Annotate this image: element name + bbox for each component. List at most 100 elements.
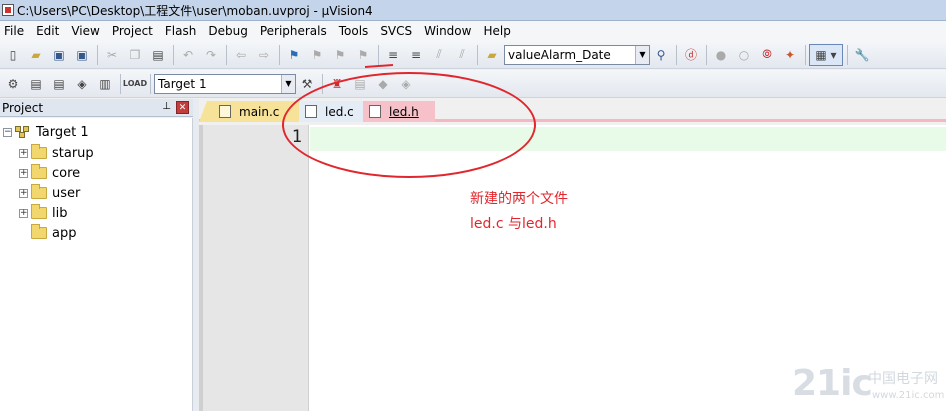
tree-item-user[interactable]: + user [19, 183, 80, 203]
copy-icon[interactable]: ❐ [124, 44, 146, 66]
pin-icon[interactable]: ⊥ [162, 101, 171, 112]
annotation-ellipse [282, 72, 536, 178]
toolbar-separator [477, 44, 478, 65]
next-bookmark-icon[interactable]: ⚑ [329, 44, 351, 66]
find-in-files-icon[interactable]: ▰ [481, 44, 503, 66]
disable-breakpoint-icon[interactable]: ○ [733, 44, 755, 66]
undo-icon[interactable]: ↶ [177, 44, 199, 66]
folder-icon [31, 164, 47, 179]
toolbar-separator [847, 44, 848, 65]
clear-bookmarks-icon[interactable]: ⚑ [352, 44, 374, 66]
find-icon[interactable]: ⚲ [650, 44, 672, 66]
unindent-icon[interactable]: ≡ [405, 44, 427, 66]
file-toolbar: ▯ ▰ ▣ ▣ ✂ ❐ ▤ ↶ ↷ ⇦ ⇨ ⚑ ⚑ ⚑ ⚑ ≡ ≡ ⫽ ⫽ ▰ … [0, 41, 946, 69]
toolbar-separator [150, 73, 151, 94]
stop-build-icon[interactable]: ▥ [94, 73, 116, 95]
file-icon [219, 105, 231, 118]
expand-icon[interactable]: + [19, 188, 28, 198]
rebuild-icon[interactable]: ▤ [48, 73, 70, 95]
comment-icon[interactable]: ⫽ [428, 44, 450, 66]
expand-icon[interactable]: + [19, 208, 28, 218]
translate-icon[interactable]: ⚙ [2, 73, 24, 95]
prev-bookmark-icon[interactable]: ⚑ [306, 44, 328, 66]
tab-label: main.c [239, 104, 280, 119]
find-combo-value: valueAlarm_Date [508, 47, 611, 62]
menu-file[interactable]: File [0, 24, 32, 38]
debug-session-icon[interactable]: ⓓ [680, 44, 702, 66]
paste-icon[interactable]: ▤ [147, 44, 169, 66]
batch-build-icon[interactable]: ◈ [71, 73, 93, 95]
kill-breakpoints-icon[interactable]: ⦾ [756, 44, 778, 66]
nav-back-icon[interactable]: ⇦ [230, 44, 252, 66]
menu-svcs[interactable]: SVCS [376, 24, 420, 38]
tree-item-target[interactable]: − Target 1 [3, 122, 89, 142]
tree-item-lib[interactable]: + lib [19, 203, 67, 223]
chevron-down-icon[interactable]: ▼ [635, 45, 649, 64]
redo-icon[interactable]: ↷ [200, 44, 222, 66]
expand-icon[interactable]: + [19, 148, 28, 158]
close-icon[interactable]: ✕ [176, 101, 189, 114]
target-icon [15, 125, 31, 139]
project-panel-title: Project [2, 100, 44, 115]
editor-margin [199, 125, 203, 411]
new-file-icon[interactable]: ▯ [2, 44, 24, 66]
project-tree: − Target 1 + starup + core + user + lib … [0, 118, 193, 411]
watermark-url: www.21ic.com [872, 390, 945, 401]
tree-item-app[interactable]: app [31, 223, 76, 243]
indent-icon[interactable]: ≡ [382, 44, 404, 66]
menu-edit[interactable]: Edit [32, 24, 67, 38]
title-bar: C:\Users\PC\Desktop\工程文件\user\moban.uvpr… [0, 0, 946, 21]
configure-icon[interactable]: 🔧 [851, 44, 873, 66]
open-icon[interactable]: ▰ [25, 44, 47, 66]
target-select-value: Target 1 [158, 76, 207, 91]
collapse-icon[interactable]: − [3, 127, 12, 137]
tree-item-label: lib [52, 205, 68, 221]
menu-flash[interactable]: Flash [161, 24, 204, 38]
toolbar-separator [279, 44, 280, 65]
menu-help[interactable]: Help [479, 24, 518, 38]
toolbar-separator [173, 44, 174, 65]
tree-item-label: user [52, 185, 81, 201]
menu-project[interactable]: Project [108, 24, 161, 38]
toolbar-separator [706, 44, 707, 65]
tree-item-label: core [52, 165, 81, 181]
line-number-gutter: 1 [199, 125, 309, 411]
cut-icon[interactable]: ✂ [101, 44, 123, 66]
find-combo[interactable]: valueAlarm_Date ▼ [504, 44, 650, 65]
folder-icon [31, 184, 47, 199]
menu-debug[interactable]: Debug [204, 24, 255, 38]
folder-icon [31, 204, 47, 219]
tree-item-core[interactable]: + core [19, 163, 80, 183]
breakpoint-settings-icon[interactable]: ✦ [779, 44, 801, 66]
folder-icon [31, 144, 47, 159]
download-icon[interactable]: LOAD [123, 73, 147, 95]
expand-icon[interactable]: + [19, 168, 28, 178]
window-layout-icon[interactable]: ▦ ▾ [809, 43, 843, 66]
breakpoint-icon[interactable]: ● [710, 44, 732, 66]
watermark-sub: 中国电子网 [868, 371, 938, 387]
tree-item-label: app [52, 225, 77, 241]
project-panel-header: Project ⊥ ✕ [0, 99, 193, 117]
chevron-down-icon[interactable]: ▼ [281, 74, 295, 93]
menu-tools[interactable]: Tools [335, 24, 377, 38]
uncomment-icon[interactable]: ⫽ [451, 44, 473, 66]
nav-forward-icon[interactable]: ⇨ [253, 44, 275, 66]
toolbar-separator [378, 44, 379, 65]
watermark-logo: 21ic [792, 363, 873, 404]
menu-window[interactable]: Window [420, 24, 479, 38]
toolbar-separator [676, 44, 677, 65]
tree-item-starup[interactable]: + starup [19, 143, 94, 163]
save-icon[interactable]: ▣ [48, 44, 70, 66]
target-select[interactable]: Target 1 ▼ [154, 73, 296, 94]
save-all-icon[interactable]: ▣ [71, 44, 93, 66]
folder-icon [31, 224, 47, 239]
build-icon[interactable]: ▤ [25, 73, 47, 95]
toolbar-separator [226, 44, 227, 65]
tree-item-label: Target 1 [36, 124, 89, 140]
menu-view[interactable]: View [67, 24, 107, 38]
menu-peripherals[interactable]: Peripherals [256, 24, 335, 38]
toolbar-separator [97, 44, 98, 65]
toolbar-separator [120, 73, 121, 94]
uvision-app-icon [2, 4, 14, 16]
bookmark-icon[interactable]: ⚑ [283, 44, 305, 66]
